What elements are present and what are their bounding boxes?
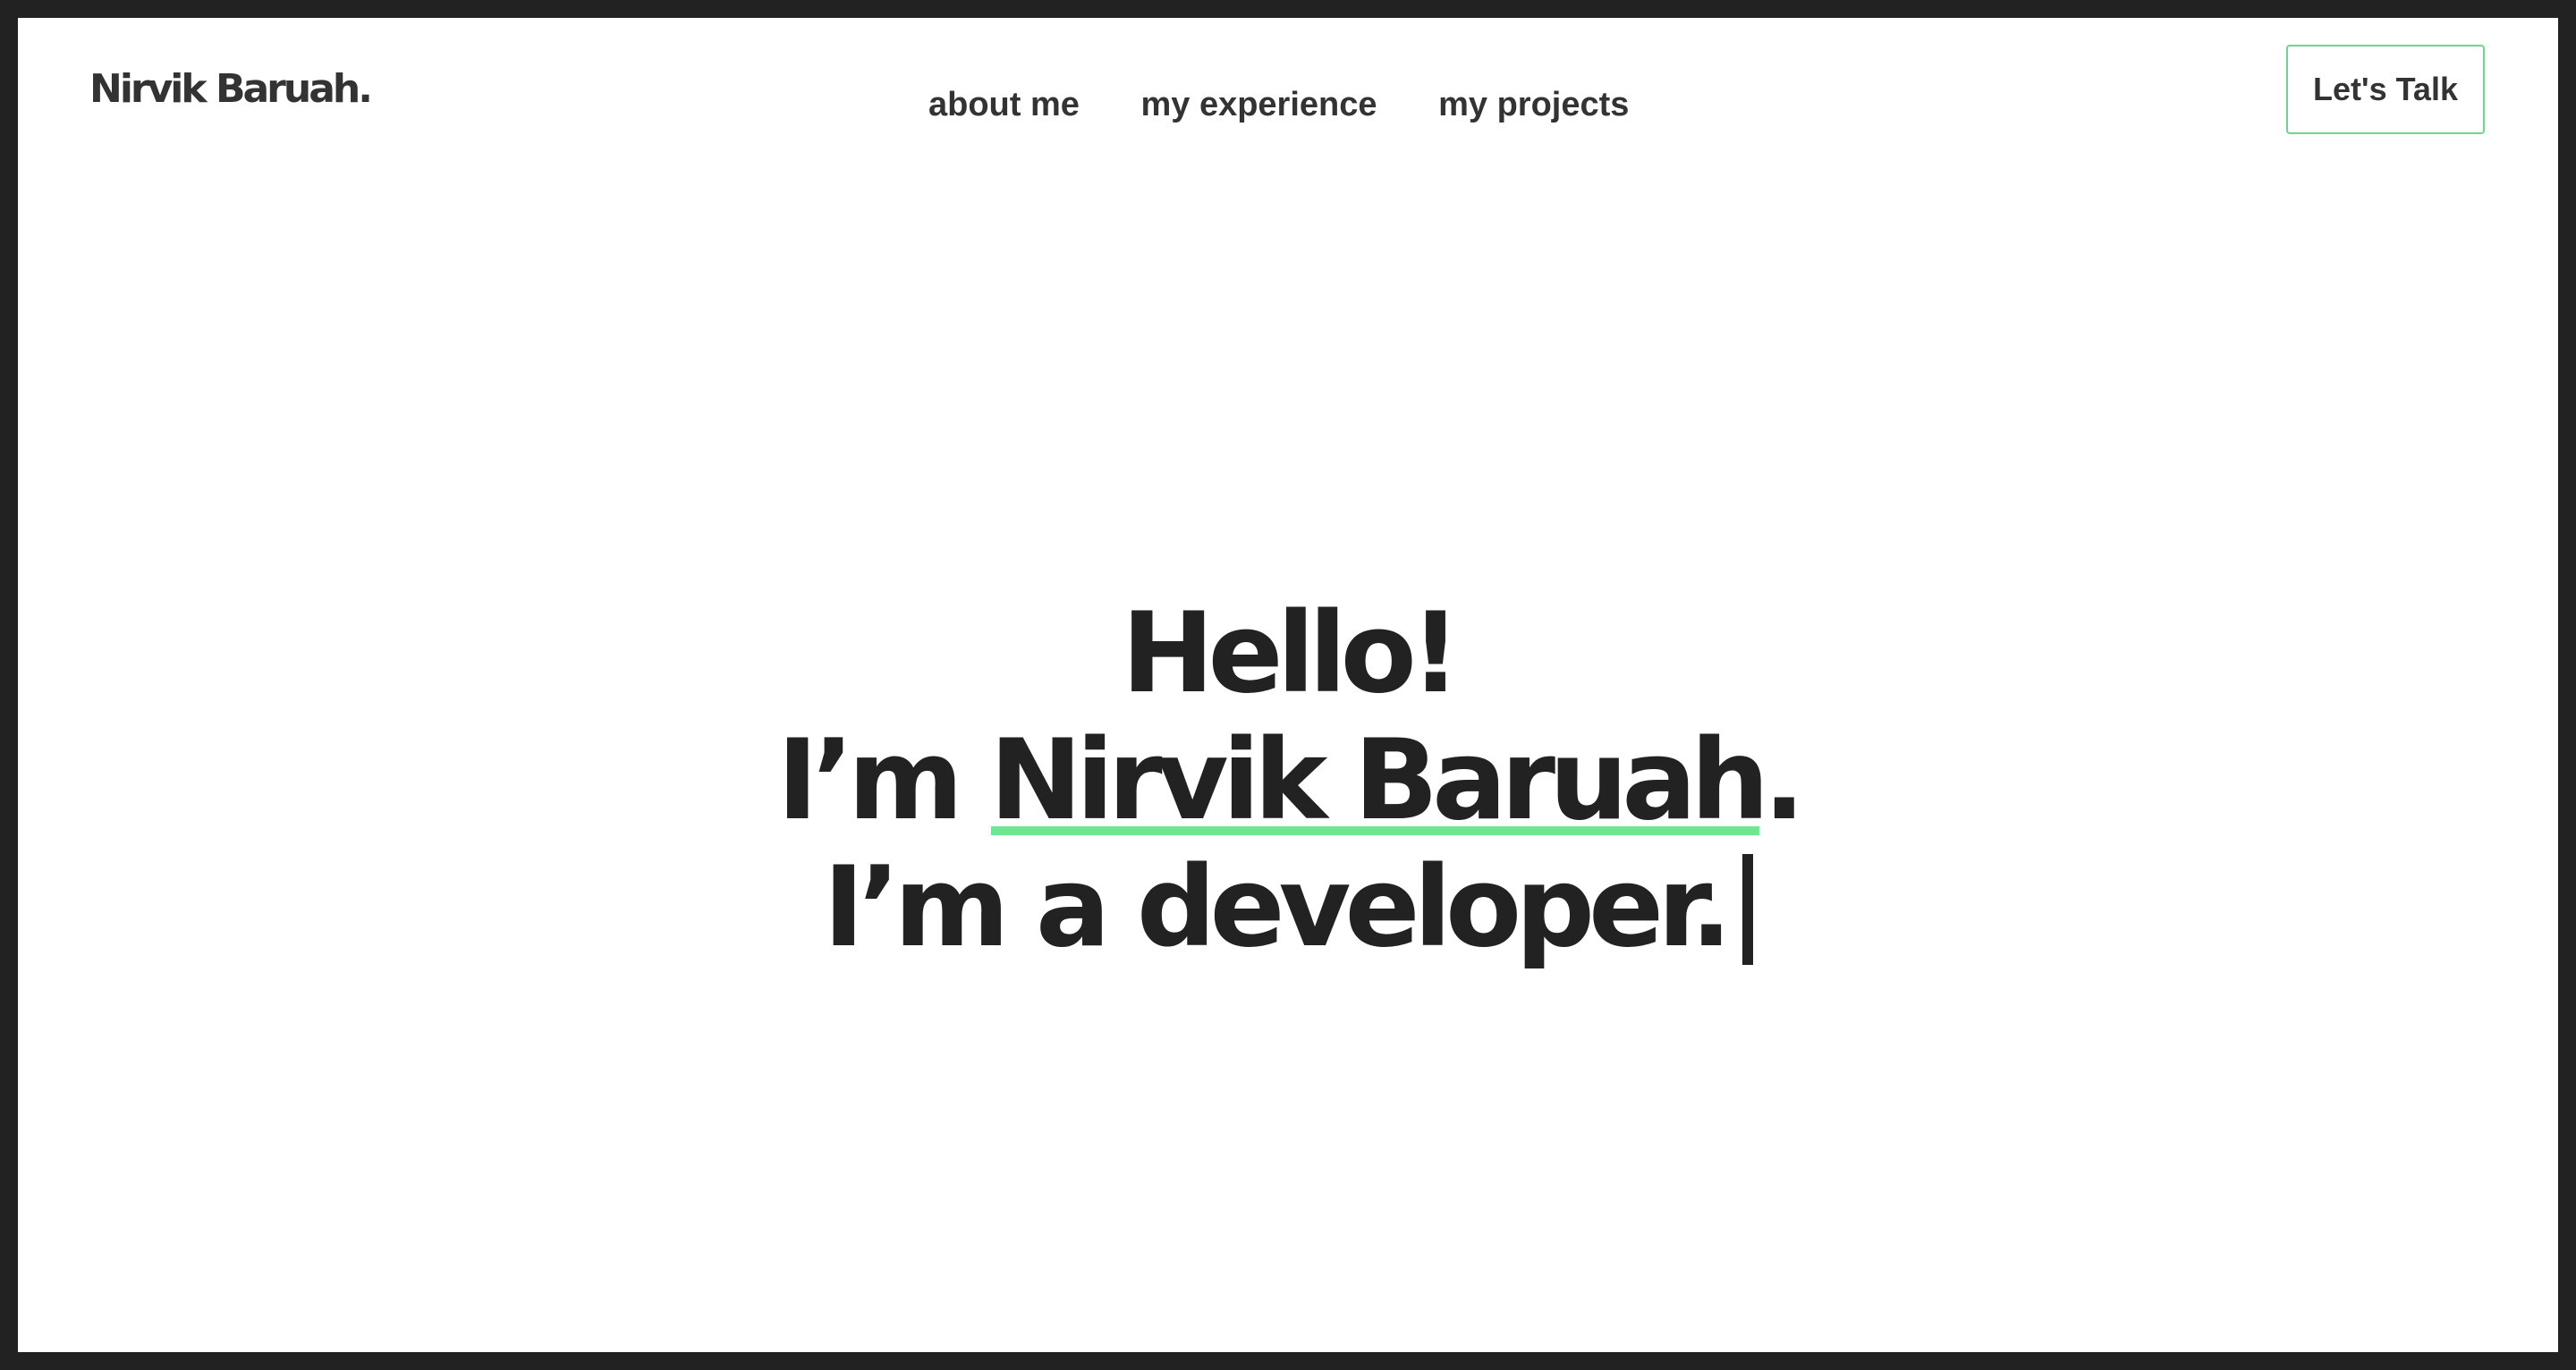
hero-name: Nirvik Baruah — [989, 717, 1769, 844]
nav-link-my-projects[interactable]: my projects — [1438, 88, 1629, 122]
page-frame: Nirvik Baruah. about me my experience my… — [18, 18, 2558, 1352]
lets-talk-button[interactable]: Let's Talk — [2286, 45, 2485, 134]
hero-section: Hello! I’m Nirvik Baruah. I’m a develope… — [18, 590, 2558, 971]
typing-cursor — [1741, 854, 1753, 965]
hero-intro-suffix: . — [1763, 716, 1805, 845]
name-underline — [991, 826, 1760, 835]
site-logo[interactable]: Nirvik Baruah. — [89, 70, 373, 109]
hero-greeting: Hello! — [1121, 589, 1462, 718]
hero-intro-prefix: I’m — [776, 716, 990, 845]
hero-role-line: I’m a developer. — [18, 844, 2558, 971]
nav-link-about-me[interactable]: about me — [928, 88, 1080, 122]
nav-links: about me my experience my projects — [928, 88, 1629, 122]
site-header: Nirvik Baruah. about me my experience my… — [18, 18, 2558, 161]
hero-intro-line: I’m Nirvik Baruah. — [18, 717, 2558, 844]
nav-link-my-experience[interactable]: my experience — [1140, 88, 1377, 122]
hero-role-text: I’m a developer. — [823, 843, 1732, 972]
